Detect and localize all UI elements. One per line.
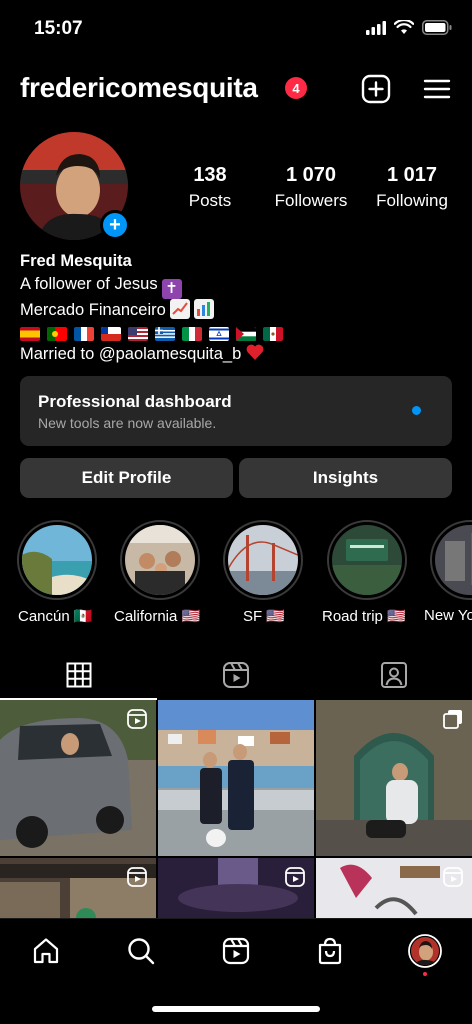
dashboard-title: Professional dashboard (38, 392, 232, 411)
grid-post[interactable] (0, 700, 156, 856)
following-count: 1 017 (386, 164, 438, 186)
bio-line-1: A follower of Jesus (20, 275, 158, 293)
status-bar: 15:07 (0, 0, 472, 56)
hamburger-menu-icon[interactable] (422, 74, 452, 104)
following-label: Following (376, 191, 448, 210)
profile-header: fredericomesquita 4 (0, 68, 472, 110)
highlight-cover (332, 525, 402, 595)
israel-flag-icon (209, 326, 229, 341)
search-icon (128, 938, 155, 965)
status-icons (366, 20, 452, 35)
highlight-label: New Yo (424, 607, 472, 624)
following-stat[interactable]: 1 017 Following (368, 164, 456, 211)
nav-shop[interactable] (312, 933, 348, 969)
status-time: 15:07 (34, 18, 83, 39)
nav-reels[interactable] (218, 933, 254, 969)
bio-line-2: Mercado Financeiro (20, 301, 166, 319)
home-indicator (152, 1006, 320, 1012)
signal-icon (366, 20, 386, 35)
username-switcher[interactable]: fredericomesquita (20, 72, 258, 104)
usa-flag-icon (128, 326, 148, 341)
reel-badge-icon (127, 867, 147, 887)
profile-avatar[interactable]: + (20, 132, 130, 240)
tab-reels[interactable] (157, 650, 314, 700)
highlight-item[interactable]: Cancún 🇲🇽 (15, 520, 99, 625)
highlight-item[interactable]: SF 🇺🇸 (221, 520, 305, 625)
profile-activity-dot (423, 972, 427, 976)
highlight-item[interactable]: California 🇺🇸 (114, 520, 202, 625)
highlight-cover (227, 525, 299, 595)
flags-row (20, 325, 283, 342)
battery-icon (422, 20, 452, 35)
wifi-icon (394, 20, 414, 34)
home-icon (33, 938, 59, 964)
france-flag-icon (74, 326, 94, 341)
display-name: Fred Mesquita (20, 252, 132, 270)
profile-tabs (0, 650, 472, 700)
carousel-badge-icon (443, 710, 462, 729)
italy-flag-icon (182, 326, 202, 341)
highlight-label: Road trip 🇺🇸 (322, 608, 406, 625)
tab-posts-grid[interactable] (0, 650, 157, 700)
highlight-cover (22, 525, 92, 595)
posts-count: 138 (193, 164, 227, 186)
edit-profile-button[interactable]: Edit Profile (20, 458, 233, 498)
mexico-flag-icon (263, 326, 283, 341)
followers-count: 1 070 (285, 164, 337, 186)
portugal-flag-icon (47, 326, 67, 341)
posts-stat[interactable]: 138 Posts (180, 164, 240, 211)
greece-flag-icon (155, 326, 175, 341)
professional-dashboard-card[interactable]: Professional dashboard New tools are now… (20, 376, 452, 446)
insights-button[interactable]: Insights (239, 458, 452, 498)
bar-chart-icon (193, 299, 214, 319)
posts-label: Posts (188, 191, 232, 210)
bio-line-4[interactable]: Married to @paolamesquita_b (20, 345, 241, 363)
nav-search[interactable] (123, 933, 159, 969)
chart-increasing-icon (169, 299, 190, 319)
highlight-label: SF 🇺🇸 (243, 608, 286, 625)
profile-avatar (408, 934, 442, 968)
followers-stat[interactable]: 1 070 Followers (265, 164, 357, 211)
highlight-cover (125, 525, 195, 595)
spain-flag-icon (20, 326, 40, 341)
palestine-flag-icon (236, 326, 256, 341)
followers-label: Followers (274, 191, 348, 210)
story-highlights: Cancún 🇲🇽 California 🇺🇸 SF 🇺🇸 Road trip … (0, 520, 472, 630)
grid-post[interactable] (158, 700, 314, 856)
shop-icon (318, 937, 342, 965)
reels-icon (222, 662, 249, 688)
tab-tagged[interactable] (315, 650, 472, 700)
highlight-label: California 🇺🇸 (114, 608, 201, 625)
bio-line-finance: Mercado Financeiro (20, 299, 283, 322)
cross-icon: ✝ (161, 279, 182, 299)
nav-home[interactable] (28, 933, 64, 969)
new-indicator-dot (412, 406, 421, 415)
nav-profile[interactable] (407, 933, 443, 976)
bio-line-married: Married to @paolamesquita_b (20, 342, 283, 366)
red-heart-icon (246, 344, 264, 360)
dashboard-subtitle: New tools are now available. (38, 415, 217, 431)
reel-badge-icon (127, 709, 147, 729)
reel-badge-icon (443, 867, 463, 887)
notification-badge[interactable]: 4 (285, 77, 307, 99)
bio-line-faith: A follower of Jesus ✝ (20, 273, 283, 299)
chile-flag-icon (101, 326, 121, 341)
reels-icon (222, 937, 250, 965)
grid-icon (66, 662, 91, 688)
highlight-item[interactable]: Road trip 🇺🇸 (322, 520, 409, 625)
grid-post[interactable] (316, 700, 472, 856)
bio: Fred Mesquita A follower of Jesus ✝ Merca… (20, 250, 283, 366)
tagged-icon (380, 662, 407, 688)
highlight-item[interactable]: New Yo (424, 520, 472, 624)
plus-square-icon[interactable] (361, 74, 391, 104)
highlight-label: Cancún 🇲🇽 (18, 608, 93, 625)
highlight-cover (435, 525, 472, 595)
add-story-button[interactable]: + (100, 210, 130, 240)
reel-badge-icon (285, 867, 305, 887)
